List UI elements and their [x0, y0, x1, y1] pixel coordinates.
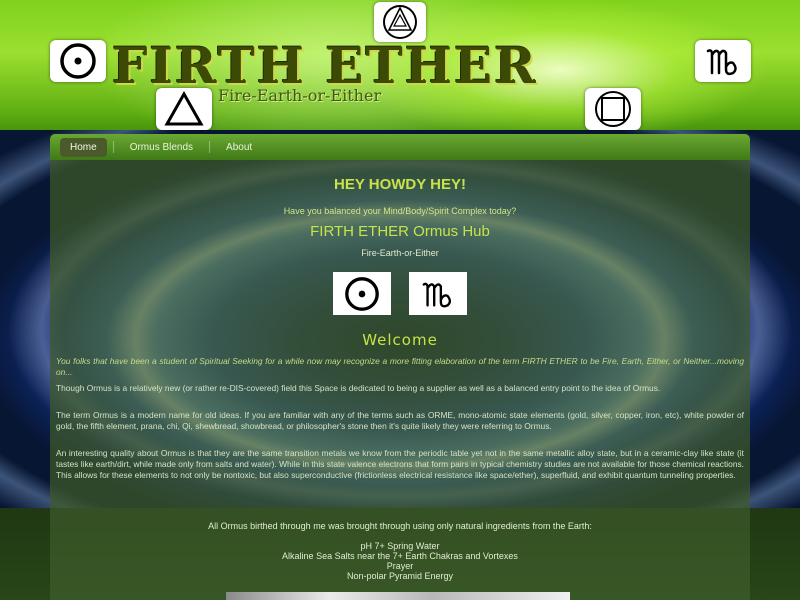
ingredients-intro: All Ormus birthed through me was brought…: [208, 521, 592, 531]
virgo-icon: [695, 40, 751, 82]
balance-question: Have you balanced your Mind/Body/Spirit …: [283, 206, 517, 216]
ormus-paragraph: Though Ormus is a relatively new (or rat…: [56, 383, 661, 393]
hub-title: FIRTH ETHER Ormus Hub: [310, 223, 490, 240]
triangle-icon: [156, 88, 212, 130]
page-headline: HEY HOWDY HEY!: [334, 176, 466, 193]
circle-square-icon: [585, 88, 641, 130]
main-navbar: Home Ormus Blends About: [50, 134, 750, 160]
welcome-heading: Welcome: [362, 331, 438, 349]
sun-circle-icon: [333, 272, 391, 315]
site-tagline: Fire-Earth-or-Either: [218, 86, 382, 105]
main-content: HEY HOWDY HEY! Have you balanced your Mi…: [50, 160, 750, 508]
product-photo: [226, 592, 570, 600]
virgo-icon: [409, 272, 467, 315]
nav-ormus-blends[interactable]: Ormus Blends: [120, 138, 203, 157]
nav-home[interactable]: Home: [60, 137, 107, 157]
sun-circle-icon: [50, 40, 106, 82]
intro-paragraph: You folks that have been a student of Sp…: [56, 356, 744, 377]
quality-paragraph: An interesting quality about Ormus is th…: [56, 448, 744, 480]
nav-about[interactable]: About: [216, 138, 262, 157]
ingredient-item: Prayer: [386, 561, 414, 571]
nav-divider: [112, 141, 114, 153]
pentagram-circle-icon: [374, 2, 426, 42]
hub-subtitle: Fire-Earth-or-Either: [361, 248, 439, 258]
terms-paragraph: The term Ormus is a modern name for old …: [56, 410, 744, 431]
ingredient-item: Non-polar Pyramid Energy: [346, 571, 454, 581]
nav-divider: [209, 141, 211, 153]
ingredients-section: All Ormus birthed through me was brought…: [50, 508, 750, 600]
ingredient-item: Alkaline Sea Salts near the 7+ Earth Cha…: [282, 551, 518, 561]
ingredient-item: pH 7+ Spring Water: [360, 541, 440, 551]
